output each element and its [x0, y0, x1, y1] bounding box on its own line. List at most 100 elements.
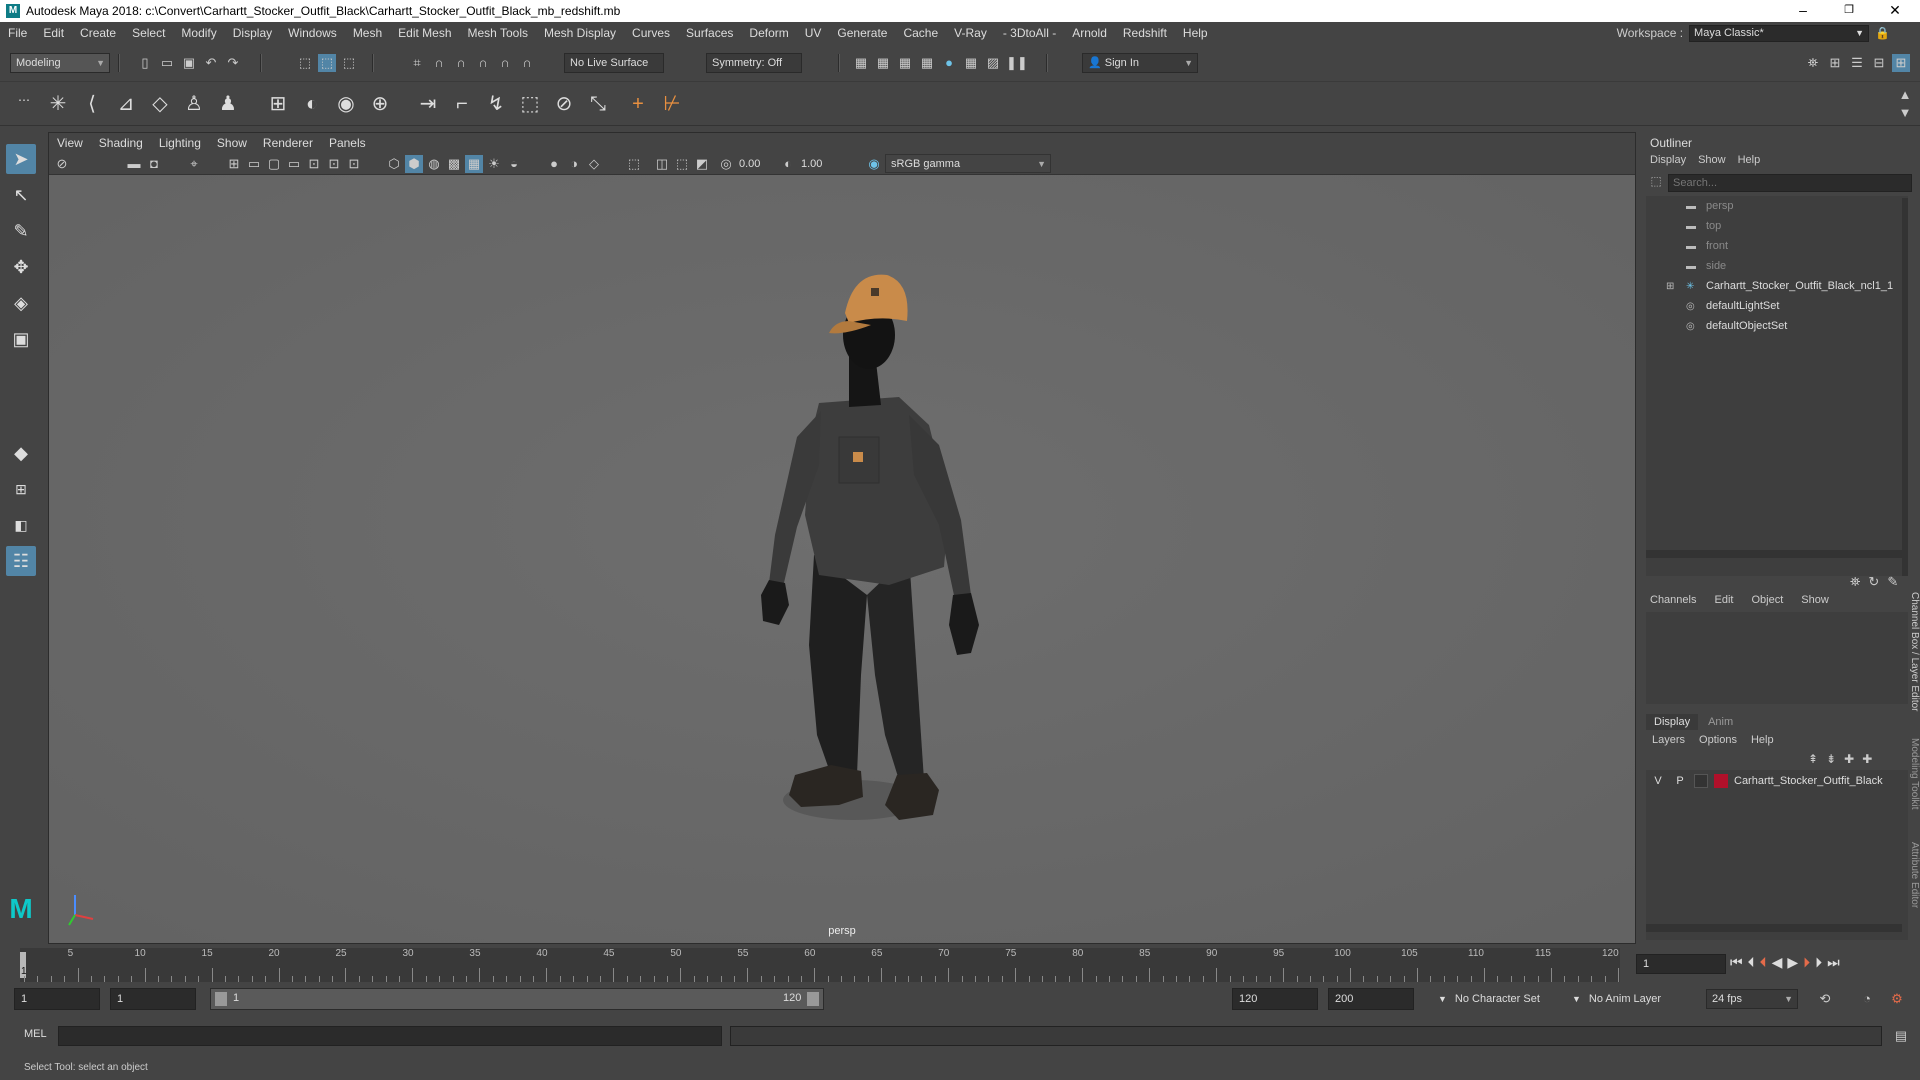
- layer-editor-icon[interactable]: ⊞: [1892, 54, 1910, 72]
- outliner-item[interactable]: ▬ front: [1686, 236, 1728, 256]
- menu-redshift[interactable]: Redshift: [1115, 26, 1175, 40]
- new-scene-icon[interactable]: ▯: [136, 54, 154, 72]
- shelf-options-icon[interactable]: ⋯: [10, 86, 38, 114]
- ipr-render-icon[interactable]: ▦: [896, 54, 914, 72]
- render-frame-icon[interactable]: ▦: [874, 54, 892, 72]
- skin-tool-icon[interactable]: ◐: [298, 90, 326, 118]
- wrap-icon[interactable]: ⊕: [366, 90, 394, 118]
- menu-help[interactable]: Help: [1175, 26, 1216, 40]
- layer-menu-help[interactable]: Help: [1751, 734, 1774, 746]
- lock-icon[interactable]: 🔒: [1875, 26, 1890, 40]
- snap-point-icon[interactable]: ∩: [452, 54, 470, 72]
- character-model[interactable]: [49, 175, 1635, 943]
- sign-in-dropdown[interactable]: 👤 Sign In ▼: [1082, 53, 1198, 73]
- lasso-tool-icon[interactable]: ↖: [6, 180, 36, 210]
- modeling-toolkit-icon[interactable]: ⛯: [1804, 54, 1822, 72]
- viewport-menu-shading[interactable]: Shading: [91, 136, 151, 150]
- menu-mesh-tools[interactable]: Mesh Tools: [460, 26, 536, 40]
- ambient-occlusion-icon[interactable]: ◒: [505, 155, 523, 173]
- exposure-icon[interactable]: ◎: [717, 155, 735, 173]
- outliner-search-input[interactable]: [1668, 174, 1912, 192]
- mesh-sphere-icon[interactable]: ◉: [332, 90, 360, 118]
- render-settings-icon[interactable]: ▦: [852, 54, 870, 72]
- view-transform-dropdown[interactable]: sRGB gamma ▼: [885, 154, 1051, 173]
- camera-attributes-icon[interactable]: ▬: [125, 155, 143, 173]
- render-view-icon[interactable]: ▦: [918, 54, 936, 72]
- new-layer-icon[interactable]: ✚: [1844, 752, 1854, 766]
- safe-action-icon[interactable]: ⊡: [325, 155, 343, 173]
- step-back-key-icon[interactable]: ⏴: [1748, 954, 1755, 971]
- bookmark-icon[interactable]: ◘: [145, 155, 163, 173]
- humanik-icon[interactable]: ♙: [180, 90, 208, 118]
- outliner-item[interactable]: ▬ side: [1686, 256, 1726, 276]
- menu-create[interactable]: Create: [72, 26, 124, 40]
- move-layer-up-icon[interactable]: ⇞: [1808, 752, 1818, 766]
- menu-generate[interactable]: Generate: [829, 26, 895, 40]
- hypershade-icon[interactable]: ●: [940, 54, 958, 72]
- minimize-button[interactable]: –: [1780, 0, 1826, 22]
- mode-dropdown[interactable]: Modeling ▼: [10, 53, 110, 73]
- select-component-icon[interactable]: ⬚: [340, 54, 358, 72]
- layer-menu-layers[interactable]: Layers: [1652, 734, 1685, 746]
- menu-select[interactable]: Select: [124, 26, 173, 40]
- step-back-frame-icon[interactable]: ⏴: [1760, 954, 1767, 971]
- viewport-menu-view[interactable]: View: [49, 136, 91, 150]
- rotate-tool-icon[interactable]: ◈: [6, 288, 36, 318]
- motion-blur-icon[interactable]: ●: [545, 155, 563, 173]
- xray-icon[interactable]: ◫: [653, 155, 671, 173]
- four-view-layout-icon[interactable]: ⊞: [6, 474, 36, 504]
- live-surface-field[interactable]: No Live Surface: [564, 53, 664, 73]
- xray-components-icon[interactable]: ◩: [693, 155, 711, 173]
- animation-preferences-icon[interactable]: ⚙: [1888, 990, 1906, 1008]
- channelbox-refresh-icon[interactable]: ↻: [1868, 574, 1879, 590]
- menu-arnold[interactable]: Arnold: [1064, 26, 1115, 40]
- menu-edit[interactable]: Edit: [35, 26, 72, 40]
- select-camera-icon[interactable]: ⊘: [53, 155, 71, 173]
- ik-handle-icon[interactable]: ⟨: [78, 90, 106, 118]
- script-editor-icon[interactable]: ▤: [1892, 1027, 1910, 1045]
- range-left-handle[interactable]: [215, 992, 227, 1006]
- channel-box-icon[interactable]: ⊟: [1870, 54, 1888, 72]
- tool-settings-icon[interactable]: ☰: [1848, 54, 1866, 72]
- locator-icon[interactable]: +: [624, 90, 652, 118]
- menu-cache[interactable]: Cache: [895, 26, 946, 40]
- channelbox-settings-icon[interactable]: ⛯: [1850, 574, 1860, 590]
- layer-visibility-toggle[interactable]: V: [1650, 775, 1666, 787]
- color-management-icon[interactable]: ◉: [865, 155, 883, 173]
- cluster-icon[interactable]: ⊬: [658, 90, 686, 118]
- time-slider[interactable]: 1 5 10 15 20 25 30 35 40 45 50 55 60 65 70 75 80 85 90 95 1…: [20, 948, 1620, 982]
- range-right-handle[interactable]: [807, 992, 819, 1006]
- constraint-scale-icon[interactable]: ⊘: [550, 90, 578, 118]
- use-all-lights-icon[interactable]: ▦: [465, 155, 483, 173]
- tab-display[interactable]: Display: [1646, 714, 1699, 730]
- play-forwards-icon[interactable]: ▶: [1787, 954, 1798, 971]
- menu-windows[interactable]: Windows: [280, 26, 345, 40]
- animation-end-field[interactable]: 200: [1328, 988, 1414, 1010]
- menu-surfaces[interactable]: Surfaces: [678, 26, 741, 40]
- snap-curve-icon[interactable]: ∩: [430, 54, 448, 72]
- range-slider[interactable]: 1 120: [210, 988, 824, 1010]
- gamma-icon[interactable]: ◐: [779, 155, 797, 173]
- 3d-viewport[interactable]: persp: [49, 175, 1635, 943]
- maximize-button[interactable]: ❐: [1826, 0, 1872, 22]
- playback-end-field[interactable]: 120: [1232, 988, 1318, 1010]
- layer-playback-toggle[interactable]: P: [1672, 775, 1688, 787]
- side-tab-modeling-toolkit[interactable]: Modeling Toolkit: [1908, 738, 1920, 810]
- outliner-item[interactable]: ⊞ ✳ Carhartt_Stocker_Outfit_Black_ncl1_1: [1666, 276, 1893, 296]
- viewport-menu-lighting[interactable]: Lighting: [151, 136, 209, 150]
- close-button[interactable]: ✕: [1872, 0, 1918, 22]
- expand-icon[interactable]: ⊞: [1666, 277, 1680, 297]
- character-set-dropdown[interactable]: ▼ No Character Set: [1438, 988, 1572, 1010]
- select-tool-icon[interactable]: ➤: [6, 144, 36, 174]
- side-tab-channel-box[interactable]: Channel Box / Layer Editor: [1908, 592, 1920, 712]
- snap-surface-icon[interactable]: ∩: [496, 54, 514, 72]
- tab-anim[interactable]: Anim: [1700, 714, 1741, 730]
- open-scene-icon[interactable]: ▭: [158, 54, 176, 72]
- redo-icon[interactable]: ↷: [224, 54, 242, 72]
- grid-icon[interactable]: ⊞: [225, 155, 243, 173]
- command-input[interactable]: [58, 1026, 722, 1046]
- menu-modify[interactable]: Modify: [173, 26, 224, 40]
- outliner-filter-icon[interactable]: ⬚: [1646, 174, 1666, 192]
- menu-edit-mesh[interactable]: Edit Mesh: [390, 26, 459, 40]
- select-object-icon[interactable]: ⬚: [318, 54, 336, 72]
